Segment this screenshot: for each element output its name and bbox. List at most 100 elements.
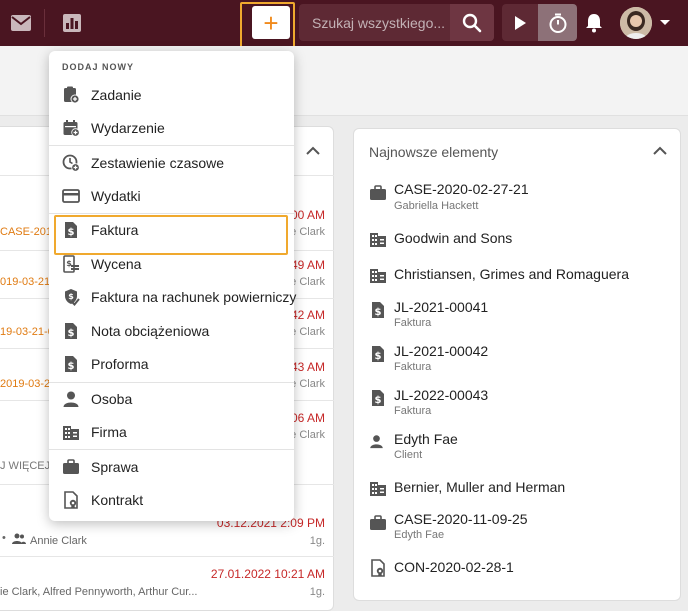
- menu-divider: [49, 449, 294, 450]
- trust-invoice-icon: $: [65, 289, 80, 306]
- menu-item-zestawienie-czasowe[interactable]: Zestawienie czasowe: [49, 147, 294, 179]
- menu-item-label: Sprawa: [91, 459, 139, 475]
- menu-item-kontrakt[interactable]: Kontrakt: [49, 484, 294, 516]
- calendar-add-icon: [63, 120, 80, 137]
- stopwatch-icon: [549, 13, 566, 33]
- menu-item-label: Wydatki: [91, 188, 141, 204]
- briefcase-icon: [370, 185, 386, 200]
- menu-item-faktura-powiernicza[interactable]: $ Faktura na rachunek powierniczy: [49, 281, 297, 313]
- company-icon: [370, 269, 386, 283]
- recent-item-title: CASE-2020-02-27-21: [394, 181, 529, 197]
- faktura-highlight: [54, 215, 288, 255]
- chart-icon[interactable]: [62, 13, 82, 38]
- add-new-menu: DODAJ NOWY Zadanie Wydarzenie Zestawieni…: [49, 51, 297, 521]
- company-icon: [370, 233, 386, 247]
- svg-text:$: $: [375, 307, 382, 318]
- add-new-button[interactable]: +: [252, 6, 290, 39]
- recent-item-subtitle: Faktura: [394, 317, 432, 329]
- play-icon: [515, 15, 526, 30]
- row-time: 27.01.2022 10:21 AM: [210, 567, 325, 581]
- recent-item-title: Bernier, Muller and Herman: [394, 479, 566, 495]
- people-icon: [12, 533, 26, 544]
- row-users: Annie Clark: [30, 535, 87, 547]
- recent-item-subtitle: Edyth Fae: [394, 529, 445, 541]
- toolbar-divider: [44, 9, 45, 37]
- dot-separator: •: [2, 532, 6, 544]
- row-time: 42 AM: [290, 308, 325, 322]
- row-ref-link[interactable]: 2019-03-21: [0, 378, 56, 390]
- menu-header: DODAJ NOWY: [62, 62, 135, 72]
- svg-text:$: $: [375, 351, 382, 362]
- svg-text:$: $: [68, 361, 75, 372]
- menu-item-osoba[interactable]: Osoba: [49, 383, 294, 415]
- menu-item-label: Zestawienie czasowe: [91, 155, 225, 171]
- recent-item-title: Edyth Fae: [394, 431, 458, 447]
- menu-item-wydatki[interactable]: Wydatki: [49, 180, 294, 212]
- invoice-icon: $: [372, 302, 384, 318]
- row-users: ie Clark, Alfred Pennyworth, Arthur Cur.…: [0, 586, 198, 598]
- menu-divider: [49, 145, 294, 146]
- chevron-down-icon[interactable]: [660, 20, 670, 25]
- invoice-icon: $: [372, 390, 384, 406]
- menu-item-sprawa[interactable]: Sprawa: [49, 451, 294, 483]
- clock-add-icon: [62, 154, 80, 172]
- recent-item-title: Christiansen, Grimes and Romaguera: [394, 266, 629, 282]
- debit-note-icon: $: [65, 323, 77, 339]
- menu-item-proforma[interactable]: $ Proforma: [49, 348, 294, 380]
- row-user: e Clark: [290, 326, 325, 338]
- menu-item-zadanie[interactable]: Zadanie: [49, 79, 294, 111]
- row-user: e Clark: [290, 276, 325, 288]
- search-box: [299, 4, 494, 41]
- row-divider: [0, 556, 334, 557]
- recent-item-subtitle: Gabriella Hackett: [394, 200, 479, 212]
- row-ref-link[interactable]: 19-03-21-0: [0, 326, 54, 338]
- play-button[interactable]: [502, 4, 538, 41]
- menu-item-label: Wydarzenie: [91, 120, 165, 136]
- chevron-up-icon[interactable]: [652, 143, 668, 159]
- avatar[interactable]: [620, 7, 652, 39]
- row-ref-link[interactable]: 019-03-21-: [0, 276, 54, 288]
- menu-item-label: Faktura na rachunek powierniczy: [91, 289, 297, 305]
- row-time: 06 AM: [290, 411, 325, 425]
- menu-item-label: Proforma: [91, 356, 149, 372]
- row-user: e Clark: [290, 226, 325, 238]
- search-icon: [462, 13, 482, 32]
- recent-item-title: JL-2021-00042: [394, 343, 489, 359]
- plus-icon: +: [263, 7, 279, 38]
- timer-button[interactable]: [538, 4, 577, 41]
- menu-item-label: Kontrakt: [91, 492, 144, 508]
- chevron-up-icon[interactable]: [305, 143, 321, 159]
- bell-icon[interactable]: [584, 12, 604, 39]
- menu-item-label: Zadanie: [91, 87, 142, 103]
- search-button[interactable]: [450, 4, 494, 41]
- recent-item-title: Goodwin and Sons: [394, 230, 513, 246]
- menu-item-label: Wycena: [91, 256, 142, 272]
- quote-icon: $: [63, 255, 79, 273]
- search-input[interactable]: [299, 4, 449, 41]
- proforma-icon: $: [65, 356, 77, 372]
- row-user: e Clark: [290, 429, 325, 441]
- company-icon: [370, 482, 386, 496]
- contract-icon: [64, 491, 78, 509]
- menu-item-nota-obciazeniowa[interactable]: $ Nota obciążeniowa: [49, 315, 294, 347]
- menu-item-firma[interactable]: Firma: [49, 416, 294, 448]
- recent-item-subtitle: Faktura: [394, 361, 432, 373]
- mail-icon[interactable]: [10, 14, 32, 37]
- menu-item-label: Nota obciążeniowa: [91, 323, 210, 339]
- row-count: 1g.: [309, 586, 325, 598]
- svg-text:$: $: [68, 328, 75, 339]
- task-add-icon: [64, 86, 80, 104]
- briefcase-icon: [63, 459, 79, 474]
- recent-title: Najnowsze elementy: [369, 144, 499, 160]
- person-icon: [63, 391, 79, 407]
- recent-item-title: JL-2022-00043: [394, 387, 489, 403]
- invoice-icon: $: [372, 346, 384, 362]
- menu-item-wydarzenie[interactable]: Wydarzenie: [49, 112, 294, 144]
- credit-card-icon: [62, 189, 80, 203]
- menu-item-label: Osoba: [91, 391, 133, 407]
- briefcase-icon: [370, 515, 386, 530]
- recent-item-subtitle: Client: [394, 449, 423, 461]
- company-icon: [63, 426, 79, 440]
- row-time: 43 AM: [290, 360, 325, 374]
- svg-text:$: $: [68, 292, 74, 301]
